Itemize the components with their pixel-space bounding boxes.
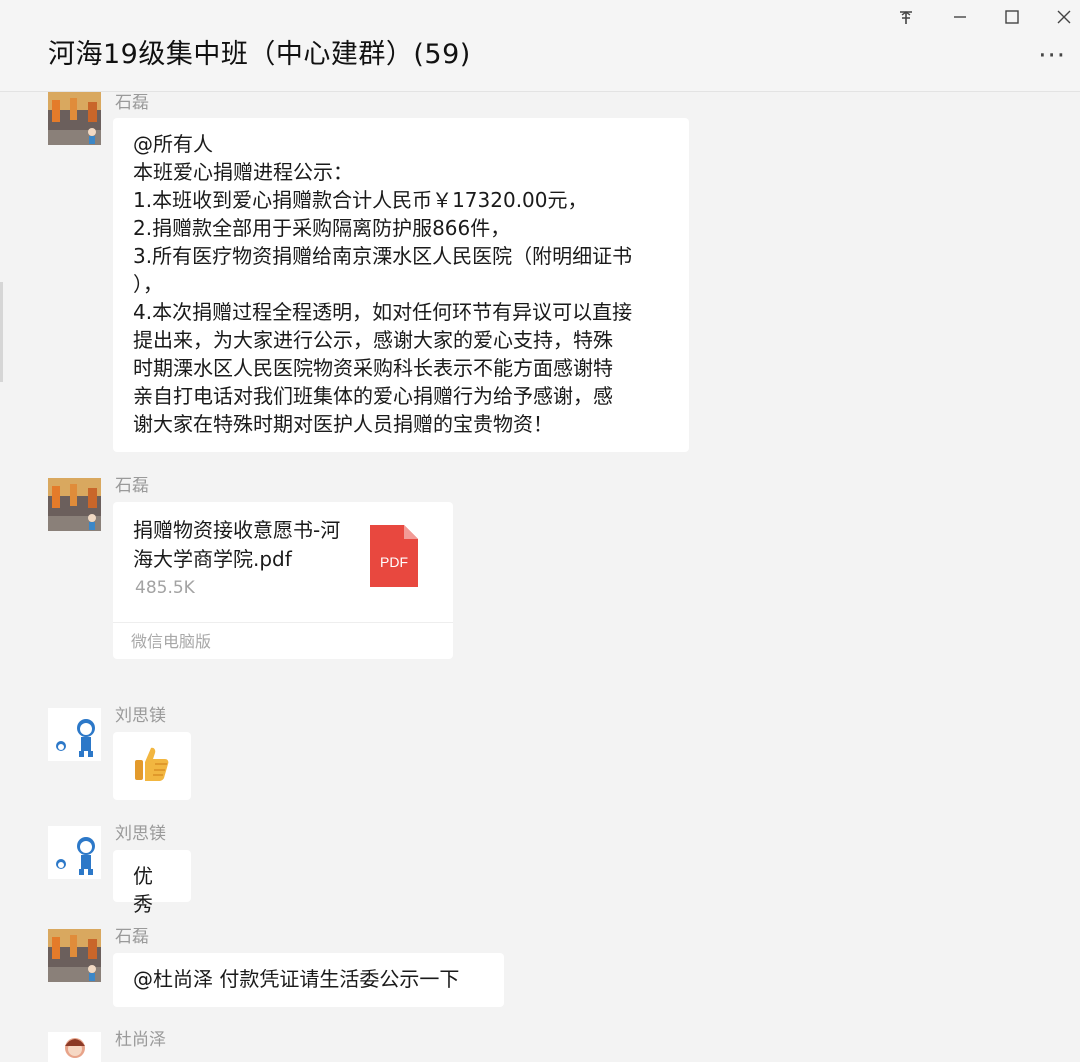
file-size: 485.5K <box>135 578 195 598</box>
message-line: 亲自打电话对我们班集体的爱心捐赠行为给予感谢，感 <box>133 384 613 408</box>
sender-name: 刘思镁 <box>115 706 166 726</box>
avatar-shilei[interactable] <box>48 929 101 982</box>
pin-button[interactable] <box>892 4 920 30</box>
message-list[interactable]: 石磊 @所有人 本班爱心捐赠进程公示： 1.本班收到爱心捐赠款合计人民币￥173… <box>0 92 1080 1062</box>
message-line: 2.捐赠款全部用于采购隔离防护服866件， <box>133 216 511 240</box>
avatar-liusimei[interactable] <box>48 708 101 761</box>
avatar-liusimei[interactable] <box>48 826 101 879</box>
sender-name: 石磊 <box>115 476 149 496</box>
pdf-label: PDF <box>380 554 408 570</box>
sender-name: 杜尚泽 <box>115 1030 166 1050</box>
message-line: ）， <box>133 272 163 296</box>
sender-name: 石磊 <box>115 93 149 113</box>
pdf-icon: PDF <box>370 525 418 592</box>
message-line: 4.本次捐赠过程全程透明，如对任何环节有异议可以直接 <box>133 300 633 324</box>
pin-icon <box>900 11 912 24</box>
minimize-icon <box>954 16 966 18</box>
message-line: 本班爱心捐赠进程公示： <box>133 160 353 184</box>
message-bubble[interactable]: 优秀 <box>113 850 191 916</box>
emoji-message[interactable] <box>113 732 191 800</box>
maximize-icon <box>1005 10 1019 24</box>
resize-edge[interactable] <box>0 282 3 382</box>
message-line: 谢大家在特殊时期对医护人员捐赠的宝贵物资！ <box>133 412 553 436</box>
more-options-button[interactable]: ··· <box>1038 43 1066 69</box>
file-name: 捐赠物资接收意愿书-河海大学商学院.pdf <box>133 518 341 571</box>
minimize-button[interactable] <box>946 4 974 30</box>
message-bubble[interactable]: @所有人 本班爱心捐赠进程公示： 1.本班收到爱心捐赠款合计人民币￥17320.… <box>113 118 689 452</box>
sender-name: 石磊 <box>115 927 149 947</box>
avatar-shilei[interactable] <box>48 478 101 531</box>
message-line: 时期溧水区人民医院物资采购科长表示不能方面感谢特 <box>133 356 613 380</box>
maximize-button[interactable] <box>998 4 1026 30</box>
file-message[interactable]: 捐赠物资接收意愿书-河海大学商学院.pdf 485.5K PDF 微信电脑版 <box>113 502 453 659</box>
message-line: 提出来，为大家进行公示，感谢大家的爱心支持，特殊 <box>133 328 613 352</box>
chat-title: 河海19级集中班（中心建群）(59) <box>48 39 471 70</box>
avatar-shilei[interactable] <box>48 92 101 145</box>
message-bubble[interactable]: @杜尚泽 付款凭证请生活委公示一下 <box>113 953 504 1007</box>
close-button[interactable] <box>1050 4 1078 30</box>
file-source: 微信电脑版 <box>113 622 453 660</box>
chat-header: 河海19级集中班（中心建群）(59) ··· <box>0 0 1080 92</box>
message-text: @杜尚泽 付款凭证请生活委公示一下 <box>133 967 460 991</box>
thumbs-up-icon <box>133 744 171 784</box>
message-text: 优秀 <box>133 864 153 916</box>
avatar-dushangze[interactable] <box>48 1032 101 1062</box>
message-line: 3.所有医疗物资捐赠给南京溧水区人民医院（附明细证书 <box>133 244 633 268</box>
close-icon <box>1057 10 1071 24</box>
message-line: 1.本班收到爱心捐赠款合计人民币￥17320.00元， <box>133 188 588 212</box>
sender-name: 刘思镁 <box>115 824 166 844</box>
message-line: @所有人 <box>133 132 213 156</box>
